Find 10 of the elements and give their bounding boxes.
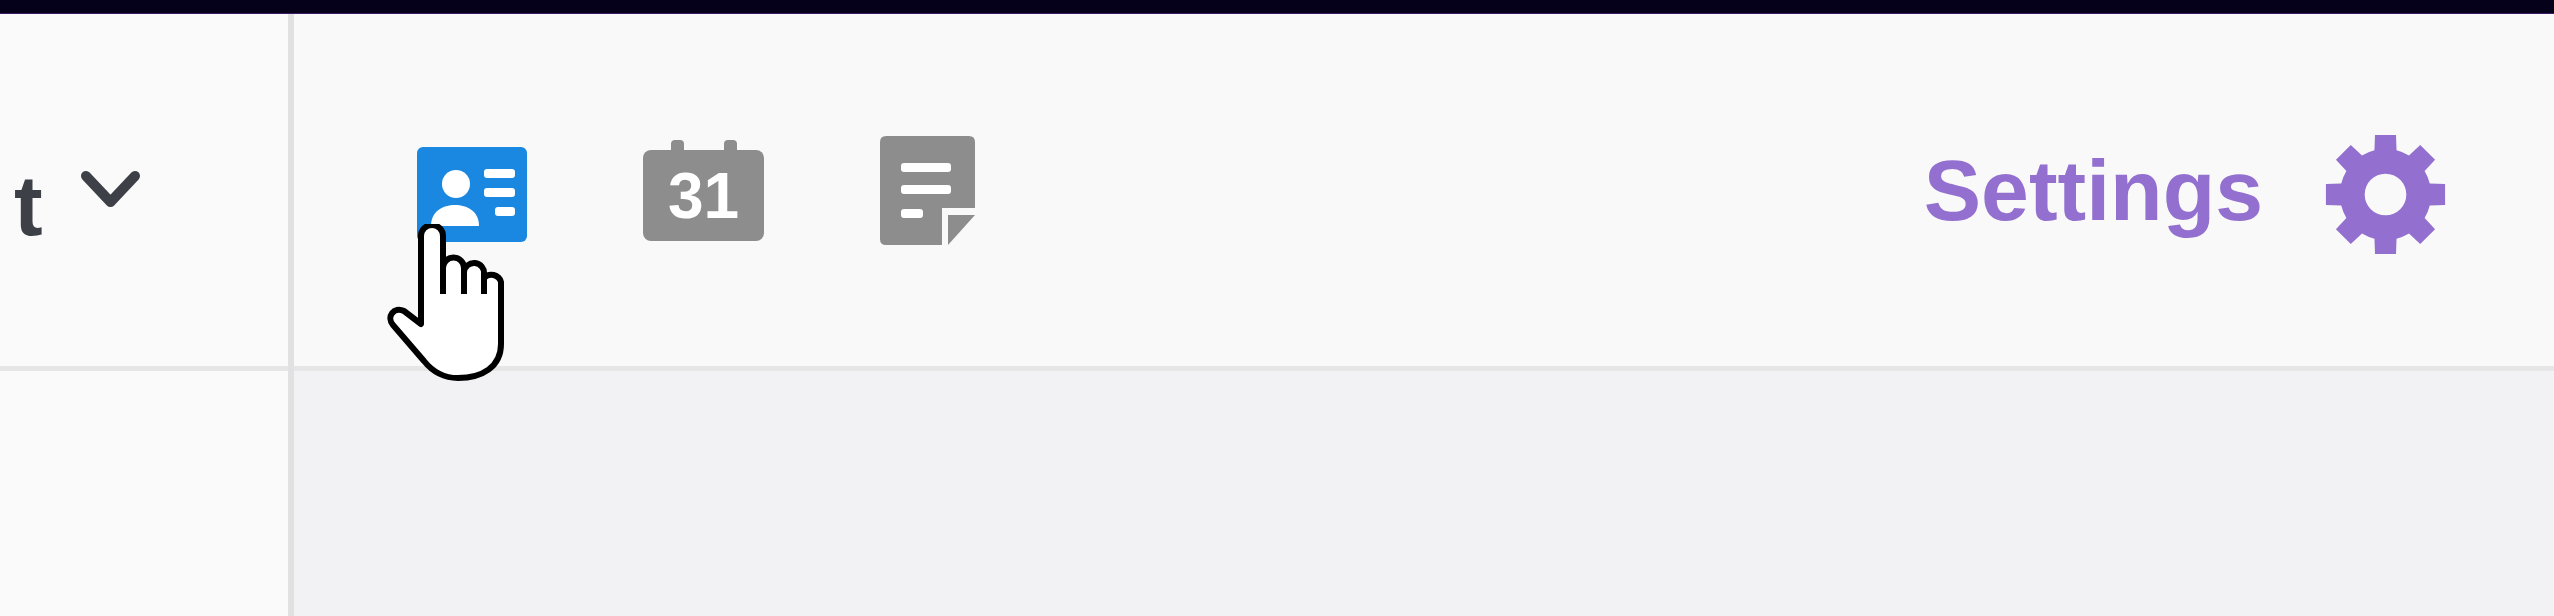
settings-button[interactable]: Settings [1923, 124, 2447, 256]
note-tab[interactable] [880, 135, 975, 245]
contact-card-icon [417, 146, 527, 242]
dropdown-button[interactable]: t [0, 132, 140, 248]
contact-card-tab[interactable] [417, 146, 527, 242]
chevron-down-icon [80, 171, 140, 209]
calendar-tab[interactable]: 31 [643, 139, 764, 241]
settings-icon [2324, 132, 2447, 256]
note-icon [880, 135, 975, 245]
calendar-icon [643, 139, 764, 241]
